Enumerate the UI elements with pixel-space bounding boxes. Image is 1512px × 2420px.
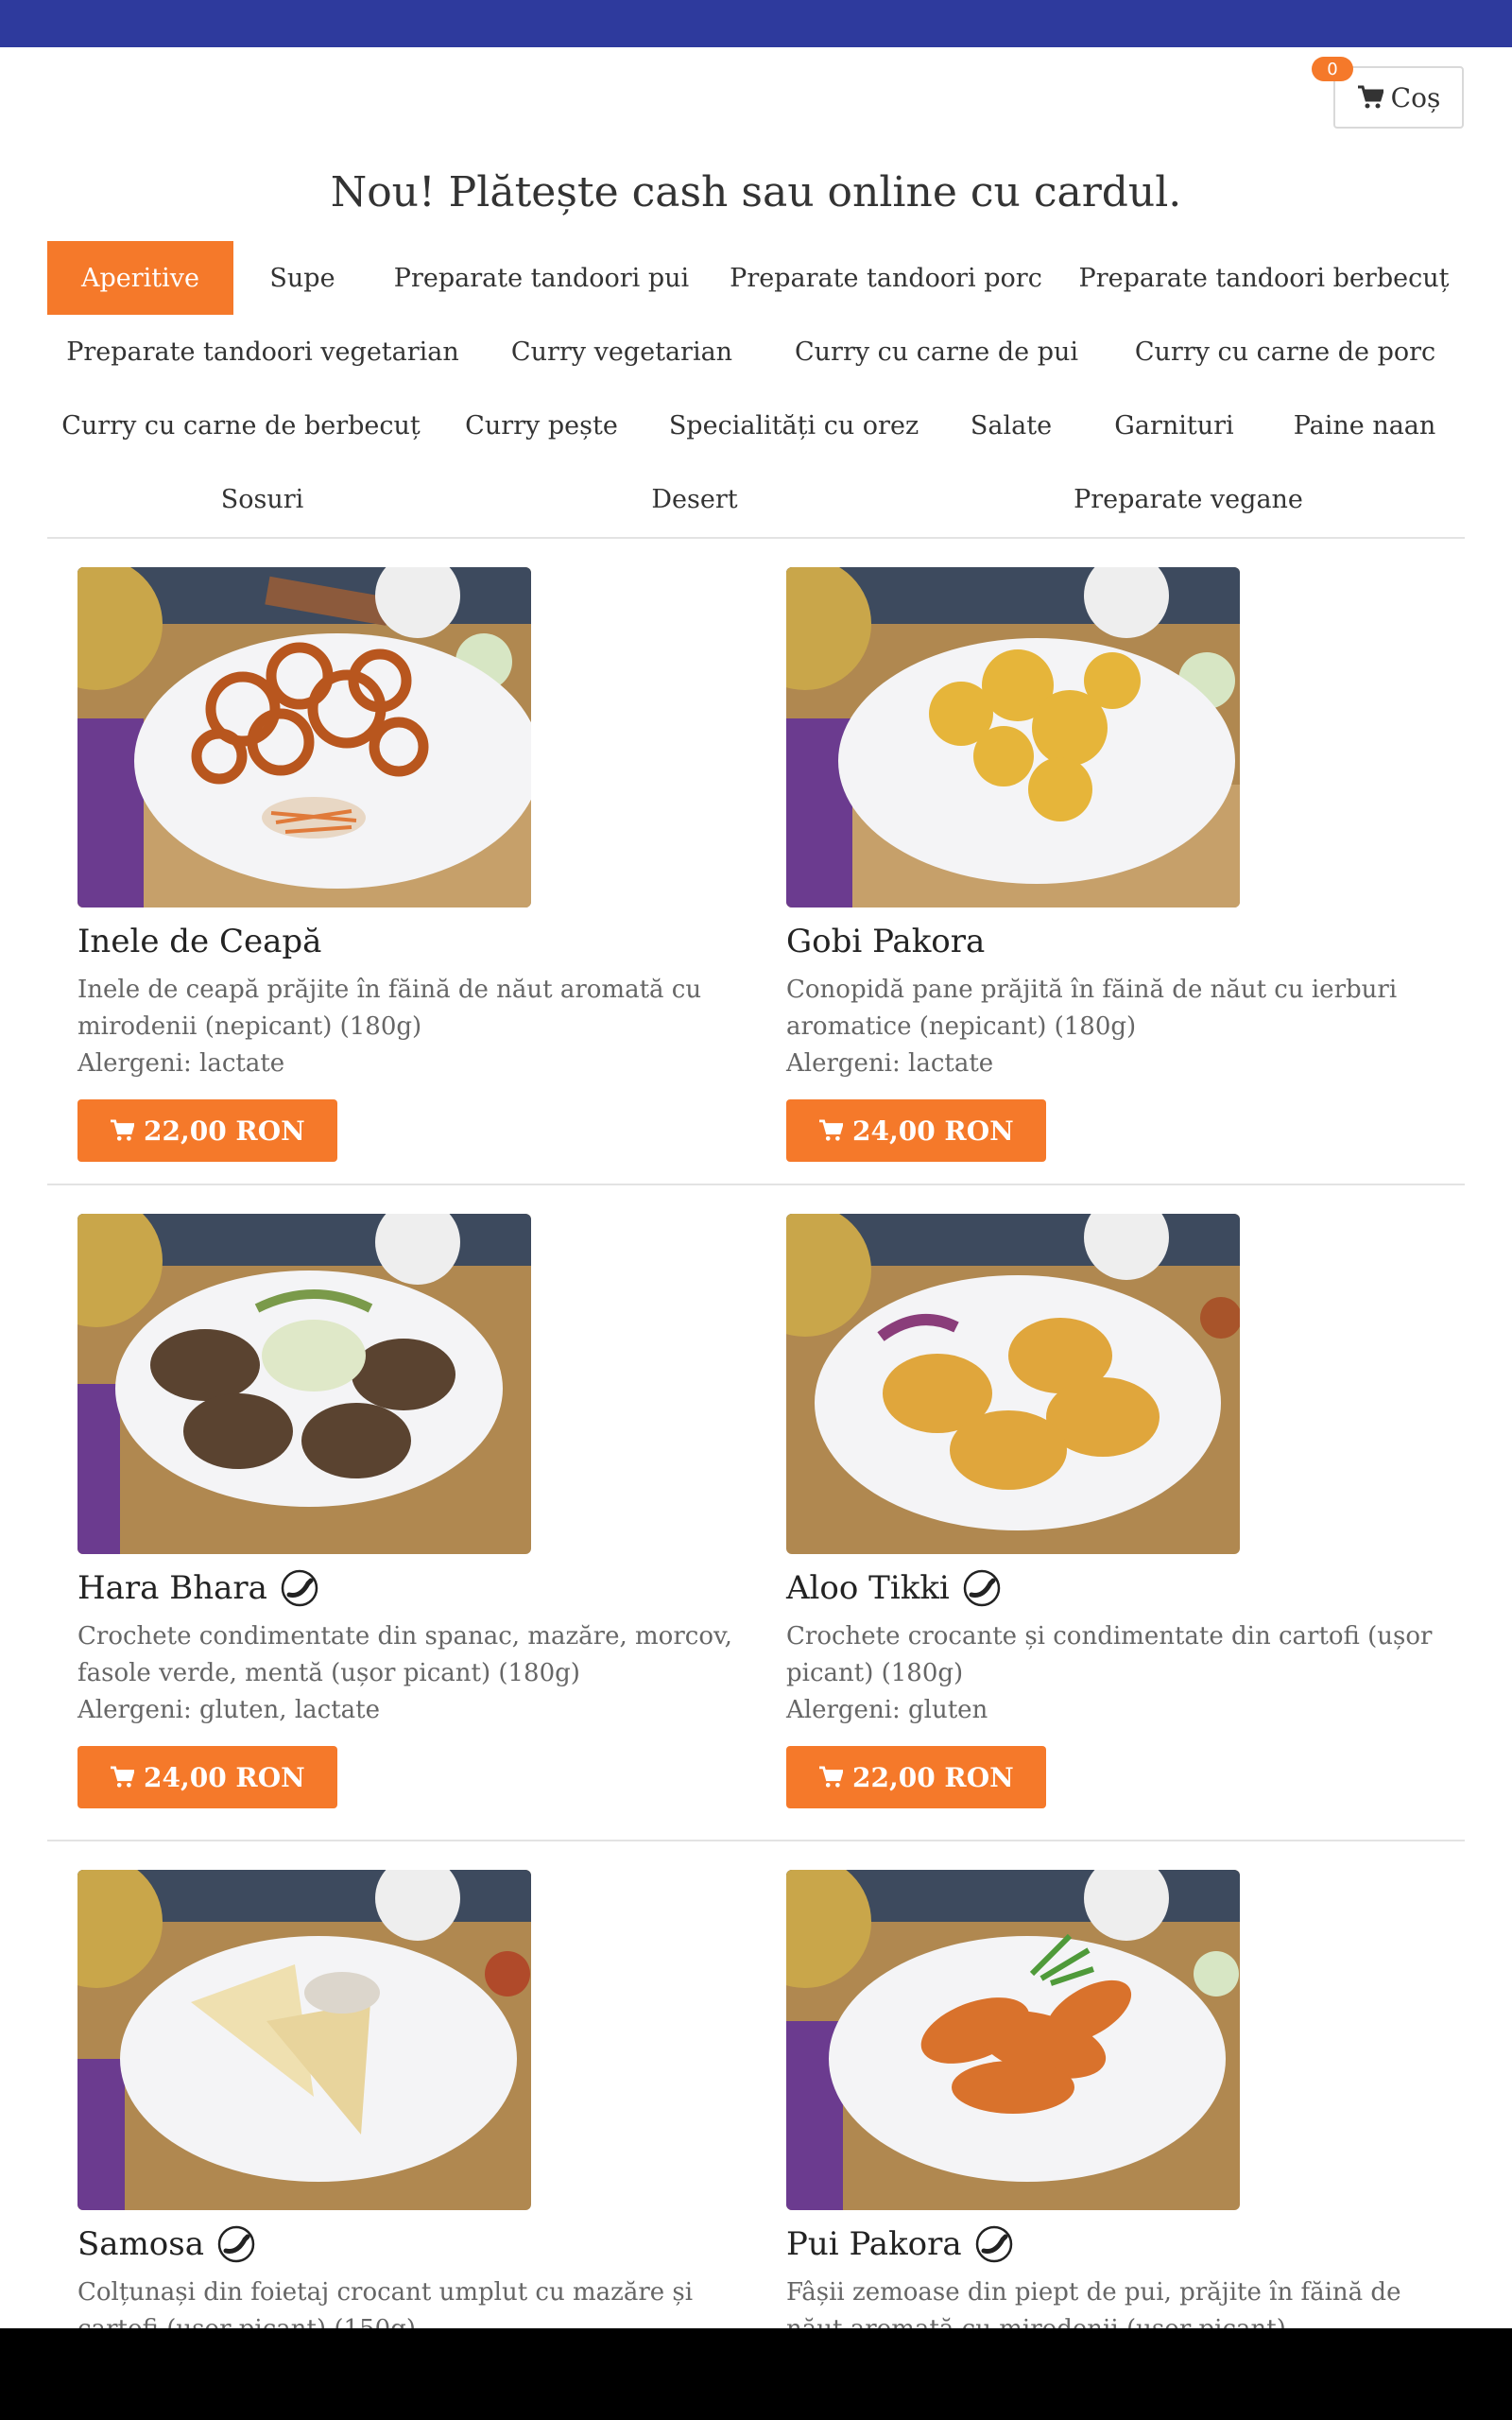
category-divider [47, 537, 1465, 539]
tab-aperitive[interactable]: Aperitive [47, 241, 233, 315]
cart-icon [111, 1119, 134, 1141]
item-name-row: Inele de Ceapă [77, 921, 739, 962]
item-name-row: Gobi Pakora [786, 921, 1448, 962]
price-label: 24,00 RON [144, 1761, 305, 1793]
item-allergens: Alergeni: gluten [786, 1696, 988, 1724]
menu-item-card: Inele de Ceapă Inele de ceapă prăjite în… [77, 567, 739, 1162]
tab-supe[interactable]: Supe [248, 241, 357, 315]
tab-tandoori-porc[interactable]: Preparate tandoori porc [728, 241, 1044, 315]
item-description: Conopidă pane prăjită în făină de năut c… [786, 976, 1398, 1041]
cart-icon [111, 1766, 134, 1788]
top-bar [0, 0, 1512, 47]
menu-item-card: Pui Pakora Fâșii zemoase din piept de pu… [786, 1870, 1448, 2328]
item-name: Pui Pakora [786, 2225, 962, 2263]
tab-garnituri[interactable]: Garnituri [1096, 389, 1252, 462]
aloo-tikki-photo [786, 1214, 1240, 1554]
menu-item-card: Gobi Pakora Conopidă pane prăjită în făi… [786, 567, 1448, 1162]
tab-curry-vegetarian[interactable]: Curry vegetarian [501, 315, 743, 389]
samosa-photo [77, 1870, 531, 2210]
onion-rings-photo [77, 567, 531, 908]
item-name-row: Hara Bhara [77, 1567, 739, 1609]
item-name: Gobi Pakora [786, 923, 986, 960]
menu-item-card: Aloo Tikki Crochete crocante și condimen… [786, 1214, 1448, 1808]
tab-sosuri[interactable]: Sosuri [170, 462, 354, 536]
item-name: Aloo Tikki [786, 1569, 950, 1607]
add-to-cart-button[interactable]: 24,00 RON [77, 1746, 337, 1808]
cart-icon [819, 1766, 843, 1788]
item-allergens: Alergeni: lactate [786, 1049, 994, 1078]
menu-item-card: Hara Bhara Crochete condimentate din spa… [77, 1214, 739, 1808]
tab-desert[interactable]: Desert [605, 462, 784, 536]
page: Coș 0 Nou! Plătește cash sau online cu c… [0, 0, 1512, 2328]
tab-tandoori-berbecut[interactable]: Preparate tandoori berbecuț [1077, 241, 1451, 315]
price-label: 24,00 RON [852, 1115, 1014, 1147]
spicy-chili-icon [963, 1569, 1001, 1607]
gobi-pakora-photo [786, 567, 1240, 908]
cart-icon [1357, 85, 1383, 109]
cart-button[interactable]: Coș [1333, 66, 1464, 129]
price-label: 22,00 RON [852, 1761, 1014, 1793]
item-description: Colțunași din foietaj crocant umplut cu … [77, 2278, 694, 2328]
item-name-row: Aloo Tikki [786, 1567, 1448, 1609]
item-name: Inele de Ceapă [77, 923, 322, 960]
add-to-cart-button[interactable]: 22,00 RON [786, 1746, 1046, 1808]
row-divider [47, 1184, 1465, 1185]
tab-specialitati-orez[interactable]: Specialități cu orez [662, 389, 926, 462]
page-headline: Nou! Plătește cash sau online cu cardul. [330, 168, 1182, 216]
tab-curry-peste[interactable]: Curry pește [452, 389, 631, 462]
menu-item-card: Samosa Colțunași din foietaj crocant ump… [77, 1870, 739, 2328]
price-label: 22,00 RON [144, 1115, 305, 1147]
item-allergens: Alergeni: gluten, lactate [77, 1696, 380, 1724]
item-name: Samosa [77, 2225, 204, 2263]
cart-icon [819, 1119, 843, 1141]
item-description: Inele de ceapă prăjite în făină de năut … [77, 976, 702, 1041]
spicy-chili-icon [281, 1569, 318, 1607]
row-divider [47, 1840, 1465, 1841]
tab-salate[interactable]: Salate [954, 389, 1068, 462]
item-name: Hara Bhara [77, 1569, 267, 1607]
item-name-row: Samosa [77, 2223, 739, 2265]
item-description: Fâșii zemoase din piept de pui, prăjite … [786, 2278, 1401, 2328]
spicy-chili-icon [975, 2225, 1012, 2263]
item-description: Crochete condimentate din spanac, mazăre… [77, 1622, 732, 1687]
item-description: Crochete crocante și condimentate din ca… [786, 1622, 1433, 1687]
hara-bhara-photo [77, 1214, 531, 1554]
cart-label: Coș [1390, 81, 1441, 113]
add-to-cart-button[interactable]: 24,00 RON [786, 1099, 1046, 1162]
item-allergens: Alergeni: lactate [77, 1049, 285, 1078]
spicy-chili-icon [217, 2225, 255, 2263]
cart-count-badge: 0 [1312, 57, 1353, 81]
tab-curry-berbecut[interactable]: Curry cu carne de berbecuț [57, 389, 425, 462]
pui-pakora-photo [786, 1870, 1240, 2210]
tab-preparate-vegane[interactable]: Preparate vegane [1068, 462, 1309, 536]
tab-curry-pui[interactable]: Curry cu carne de pui [789, 315, 1084, 389]
item-name-row: Pui Pakora [786, 2223, 1448, 2265]
tab-curry-porc[interactable]: Curry cu carne de porc [1129, 315, 1441, 389]
tab-tandoori-pui[interactable]: Preparate tandoori pui [389, 241, 694, 315]
add-to-cart-button[interactable]: 22,00 RON [77, 1099, 337, 1162]
tab-tandoori-vegetarian[interactable]: Preparate tandoori vegetarian [66, 315, 459, 389]
tab-paine-naan[interactable]: Paine naan [1280, 389, 1449, 462]
